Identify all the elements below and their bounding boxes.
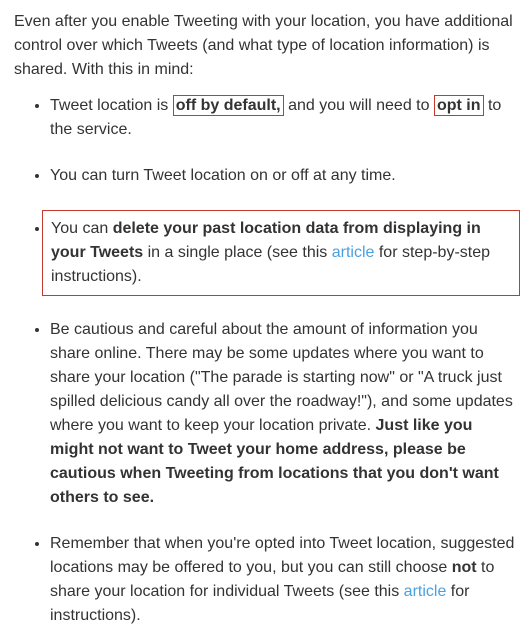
article-link[interactable]: article: [404, 583, 447, 600]
article-link[interactable]: article: [332, 244, 375, 261]
list-item: Be cautious and careful about the amount…: [50, 318, 516, 510]
intro-paragraph: Even after you enable Tweeting with your…: [14, 10, 516, 82]
list-item: Tweet location is off by default, and yo…: [50, 94, 516, 142]
list-item: You can delete your past location data f…: [50, 210, 516, 296]
text: in a single place (see this: [143, 244, 332, 261]
text: and you will need to: [284, 97, 434, 114]
text: You can: [51, 220, 113, 237]
text: Remember that when you're opted into Twe…: [50, 535, 514, 576]
text-bold: opt in: [437, 97, 481, 114]
bullet-list: Tweet location is off by default, and yo…: [14, 94, 516, 628]
text-bold: off by default,: [176, 97, 281, 114]
list-item: Remember that when you're opted into Twe…: [50, 532, 516, 628]
list-item: You can turn Tweet location on or off at…: [50, 164, 516, 188]
text: Tweet location is: [50, 97, 173, 114]
text: You can turn Tweet location on or off at…: [50, 167, 396, 184]
text-bold: not: [452, 559, 477, 576]
highlight-block: You can delete your past location data f…: [42, 210, 520, 296]
